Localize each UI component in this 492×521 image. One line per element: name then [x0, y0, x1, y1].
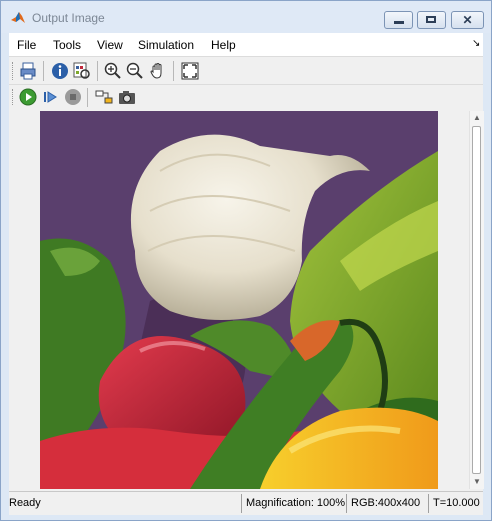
- zoom-out-icon[interactable]: [126, 62, 144, 80]
- menu-view[interactable]: View: [97, 38, 123, 52]
- dock-arrow-icon[interactable]: ↘: [472, 38, 480, 49]
- minimize-icon: [394, 21, 404, 24]
- image-canvas-area: ▲ ▼: [9, 109, 484, 491]
- maximize-button[interactable]: [417, 11, 446, 29]
- pan-hand-icon[interactable]: [149, 62, 167, 80]
- close-icon: ✕: [462, 13, 473, 27]
- status-separator: [346, 494, 347, 513]
- status-ready: Ready: [9, 497, 41, 509]
- output-image-window: Output Image ✕ File Tools View Simulatio…: [0, 0, 492, 521]
- scrollbar-thumb[interactable]: [472, 126, 481, 474]
- step-forward-icon[interactable]: [41, 88, 59, 106]
- toolbar-separator: [97, 61, 98, 81]
- status-time: T=10.000: [433, 497, 480, 509]
- snapshot-icon[interactable]: [118, 88, 136, 106]
- maximize-icon: [426, 16, 436, 23]
- toolbar-grip: [12, 62, 15, 80]
- simulation-toolbar: [9, 84, 483, 111]
- print-icon[interactable]: [19, 62, 37, 80]
- menu-simulation[interactable]: Simulation: [138, 38, 194, 52]
- window-client: File Tools View Simulation Help ↘ ▲ ▼ Re…: [9, 33, 484, 515]
- info-icon[interactable]: [51, 62, 69, 80]
- menu-file[interactable]: File: [17, 38, 36, 52]
- title-bar[interactable]: Output Image ✕: [1, 1, 491, 33]
- menu-help[interactable]: Help: [211, 38, 236, 52]
- output-image[interactable]: [40, 111, 438, 489]
- vertical-scrollbar[interactable]: ▲ ▼: [469, 111, 484, 489]
- pixel-region-icon[interactable]: [73, 62, 91, 80]
- peppers-image: [40, 111, 438, 489]
- scroll-down-icon[interactable]: ▼: [470, 475, 484, 489]
- status-bar: Ready Magnification: 100% RGB:400x400 T=…: [9, 491, 483, 515]
- minimize-button[interactable]: [384, 11, 413, 29]
- toolbar-separator: [87, 88, 88, 107]
- menu-tools[interactable]: Tools: [53, 38, 81, 52]
- scroll-up-icon[interactable]: ▲: [470, 111, 484, 125]
- toolbar-grip: [12, 89, 15, 105]
- zoom-in-icon[interactable]: [104, 62, 122, 80]
- stop-icon[interactable]: [64, 88, 82, 106]
- image-toolbar: [9, 56, 483, 85]
- toolbar-separator: [43, 61, 44, 81]
- close-button[interactable]: ✕: [451, 11, 484, 29]
- window-title: Output Image: [32, 11, 105, 25]
- status-separator: [428, 494, 429, 513]
- menu-bar: File Tools View Simulation Help ↘: [9, 33, 483, 56]
- status-dimensions: RGB:400x400: [351, 497, 421, 509]
- highlight-block-icon[interactable]: [95, 88, 113, 106]
- status-separator: [241, 494, 242, 513]
- run-icon[interactable]: [19, 88, 37, 106]
- matlab-icon: [11, 12, 25, 23]
- status-magnification: Magnification: 100%: [246, 497, 346, 509]
- toolbar-separator: [173, 61, 174, 81]
- fit-to-window-icon[interactable]: [181, 62, 199, 80]
